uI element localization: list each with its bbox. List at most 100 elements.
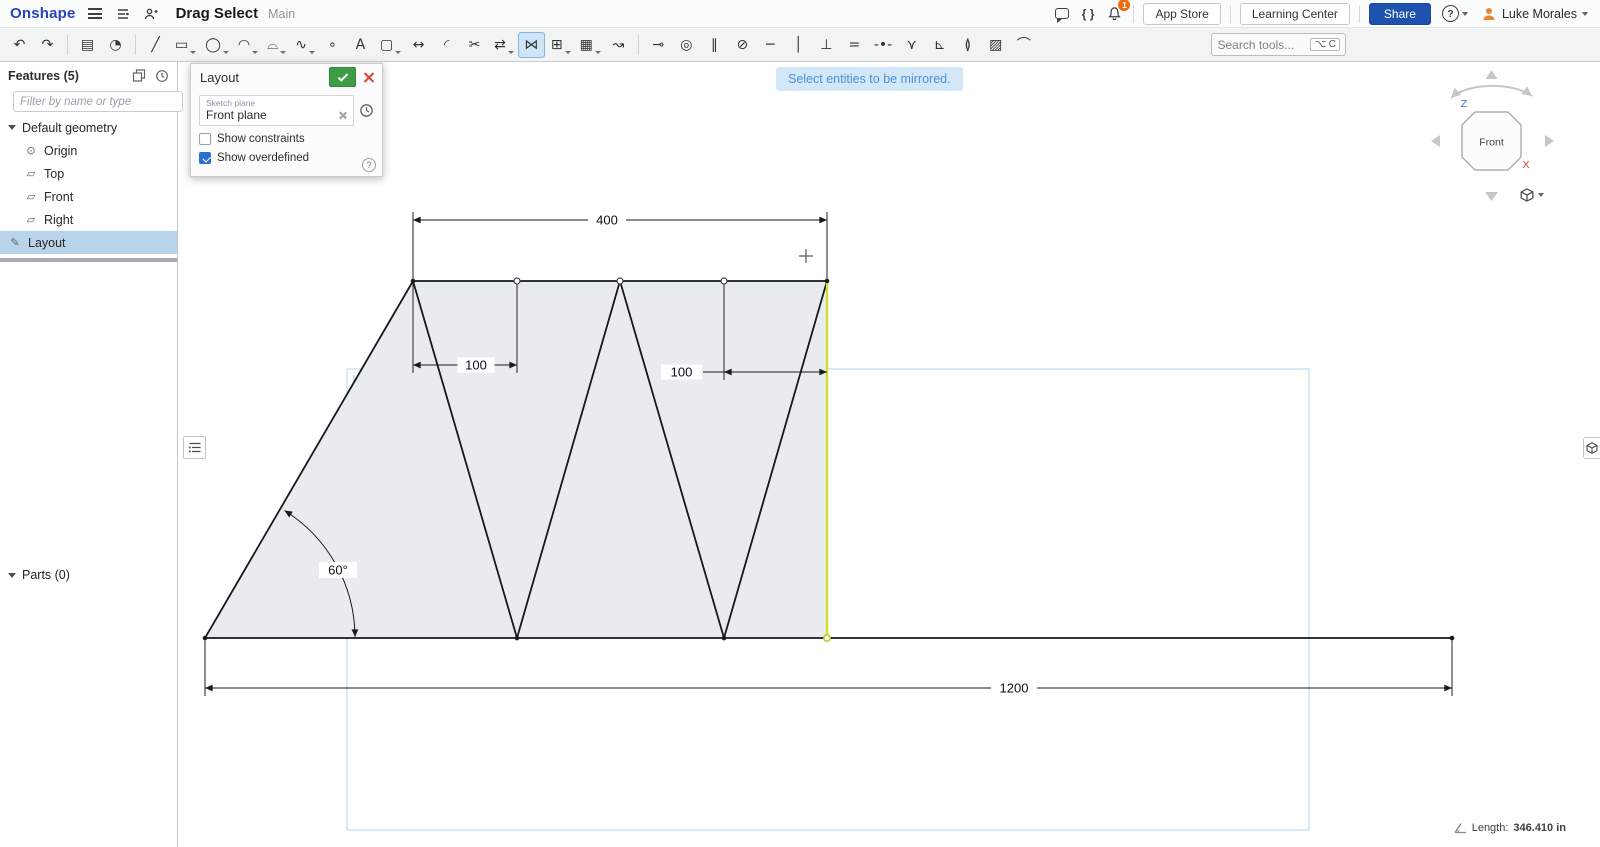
- sketch-plane-field[interactable]: Sketch plane Front plane: [199, 95, 354, 126]
- coincident-tool-button[interactable]: ⊸: [645, 32, 672, 58]
- filter-input[interactable]: [13, 91, 183, 112]
- vertical-tool-button[interactable]: │: [785, 32, 812, 58]
- parallel-tool-button[interactable]: ∥: [701, 32, 728, 58]
- dimension-100-left-label[interactable]: 100: [465, 358, 487, 373]
- dialog-title: Layout: [200, 70, 239, 85]
- horizontal-tool-button[interactable]: ─: [757, 32, 784, 58]
- view-options-button[interactable]: [1520, 188, 1544, 202]
- construction-tool-button[interactable]: ◔: [102, 32, 129, 58]
- rollback-bar[interactable]: [0, 258, 177, 262]
- dimension-tool-button[interactable]: ↔: [405, 32, 432, 58]
- normal-tool-button[interactable]: ⊾: [926, 32, 953, 58]
- tree-item-top[interactable]: ▱Top: [0, 162, 177, 185]
- featurescript-button[interactable]: { }: [1080, 5, 1097, 23]
- fix-tool-button[interactable]: ▨: [982, 32, 1009, 58]
- length-label: Length:: [1472, 822, 1509, 834]
- tree-item-right[interactable]: ▱Right: [0, 208, 177, 231]
- tree-item-origin[interactable]: ⊙Origin: [0, 139, 177, 162]
- cancel-button[interactable]: [359, 67, 379, 87]
- concentric-tool-button[interactable]: ◎: [673, 32, 700, 58]
- tree-group-parts[interactable]: Parts (0): [0, 563, 177, 587]
- measure-tool-button[interactable]: ↝: [605, 32, 632, 58]
- midpoint-tool-button[interactable]: -•-: [869, 32, 897, 58]
- redo-tool-button[interactable]: ↷: [34, 32, 61, 58]
- show-overdefined-checkbox[interactable]: Show overdefined: [199, 152, 374, 164]
- conic-tool-button[interactable]: ⌓: [262, 32, 289, 58]
- document-name[interactable]: Drag Select: [176, 5, 259, 22]
- toolbar-search[interactable]: ⌥ C: [1211, 33, 1346, 56]
- dimension-400-label[interactable]: 400: [596, 213, 618, 228]
- clear-selection-icon[interactable]: [338, 111, 347, 120]
- show-constraints-checkbox[interactable]: Show constraints: [199, 133, 374, 145]
- trim-icon: ✂: [469, 38, 481, 52]
- dimension-icon: ↔: [413, 38, 425, 52]
- point-tool-button[interactable]: ∘: [319, 32, 346, 58]
- sketch-toolbar: ↶↷ ▤◔ ╱▭◯◠⌓∿∘A▢ ↔ ◜ ✂ ⇄⋈ ⊞ ▦ ↝ ⊸◎∥⊘─│ ⊥ =-•-⋎⊾≬▨⌒ ⌥ …: [0, 28, 1600, 62]
- text-tool-button[interactable]: A: [347, 32, 374, 58]
- dimension-1200-label[interactable]: 1200: [1000, 681, 1029, 696]
- share-button[interactable]: Share: [1369, 3, 1431, 25]
- rotate-arc-icon[interactable]: [1451, 86, 1532, 98]
- three-point-arc-tool-button[interactable]: ◠: [233, 32, 261, 58]
- trim-tool-button[interactable]: ✂: [461, 32, 488, 58]
- main-menu-button[interactable]: [86, 6, 104, 21]
- versions-icon: [116, 7, 130, 21]
- search-tools-input[interactable]: [1217, 38, 1305, 52]
- slot-tool-button[interactable]: ▢: [375, 32, 404, 58]
- selected-point[interactable]: [824, 635, 830, 641]
- graphics-area[interactable]: Layout: [178, 62, 1600, 847]
- history-icon[interactable]: [155, 69, 169, 83]
- parts-flyout-button[interactable]: [1583, 437, 1600, 459]
- versions-button[interactable]: [114, 5, 132, 23]
- fillet-tool-button[interactable]: ◜: [433, 32, 460, 58]
- rotate-right-icon[interactable]: [1545, 135, 1554, 147]
- rotate-up-icon[interactable]: [1486, 70, 1498, 79]
- insert-feature-icon[interactable]: [132, 69, 146, 82]
- insert-image-tool-button[interactable]: ▦: [575, 32, 604, 58]
- plane-history-icon[interactable]: [359, 103, 374, 118]
- sketch-canvas[interactable]: Layout: [178, 62, 1600, 847]
- dialog-title-bar[interactable]: Layout: [191, 64, 382, 90]
- tree-group-default-geometry[interactable]: Default geometry: [0, 116, 177, 139]
- pierce-tool-button[interactable]: ⋎: [898, 32, 925, 58]
- learning-center-button[interactable]: Learning Center: [1240, 3, 1350, 25]
- transform-tool-button[interactable]: ⇄: [489, 32, 517, 58]
- undo-tool-button[interactable]: ↶: [6, 32, 33, 58]
- features-flyout-button[interactable]: [183, 436, 206, 459]
- accept-button[interactable]: [329, 67, 356, 87]
- pattern-tool-button[interactable]: ⊞: [546, 32, 574, 58]
- rotate-down-icon[interactable]: [1485, 192, 1498, 201]
- help-menu-button[interactable]: ?: [1440, 3, 1470, 24]
- perpendicular-tool-button[interactable]: ⊥: [813, 32, 840, 58]
- sketch-face[interactable]: [205, 281, 827, 638]
- user-menu-button[interactable]: Luke Morales: [1479, 4, 1590, 24]
- help-icon[interactable]: ?: [362, 158, 376, 172]
- symmetric-tool-button[interactable]: ≬: [954, 32, 981, 58]
- equal-tool-button[interactable]: =: [841, 32, 868, 58]
- tangent-tool-button[interactable]: ⊘: [729, 32, 756, 58]
- dropdown-caret-icon: [190, 51, 196, 54]
- dimension-angle-label[interactable]: 60°: [328, 563, 348, 578]
- corner-rectangle-tool-button[interactable]: ▭: [170, 32, 199, 58]
- view-cube-face-label[interactable]: Front: [1479, 137, 1504, 149]
- perpendicular-icon: ⊥: [820, 38, 832, 52]
- mirror-tool-button[interactable]: ⋈: [518, 32, 545, 58]
- notifications-button[interactable]: 1: [1105, 4, 1124, 23]
- app-store-button[interactable]: App Store: [1143, 3, 1220, 25]
- insert-image-icon: ▦: [580, 38, 593, 52]
- pattern-icon: ⊞: [551, 38, 563, 52]
- follow-mode-button[interactable]: [142, 5, 160, 23]
- onshape-logo[interactable]: Onshape: [10, 5, 76, 22]
- spline-tool-button[interactable]: ∿: [290, 32, 318, 58]
- dimension-100-right-label[interactable]: 100: [671, 365, 693, 380]
- tree-item-front[interactable]: ▱Front: [0, 185, 177, 208]
- tree-item-layout[interactable]: ✎ Layout: [0, 231, 177, 254]
- center-point-circle-tool-button[interactable]: ◯: [200, 32, 232, 58]
- workspace-name[interactable]: Main: [268, 7, 295, 21]
- curvature-tool-button[interactable]: ⌒: [1010, 32, 1037, 58]
- line-tool-button[interactable]: ╱: [142, 32, 169, 58]
- paste-sketch-tool-button[interactable]: ▤: [74, 32, 101, 58]
- rotate-left-icon[interactable]: [1431, 135, 1440, 147]
- view-cube[interactable]: Front Z X: [1418, 64, 1588, 217]
- comments-button[interactable]: [1053, 6, 1071, 21]
